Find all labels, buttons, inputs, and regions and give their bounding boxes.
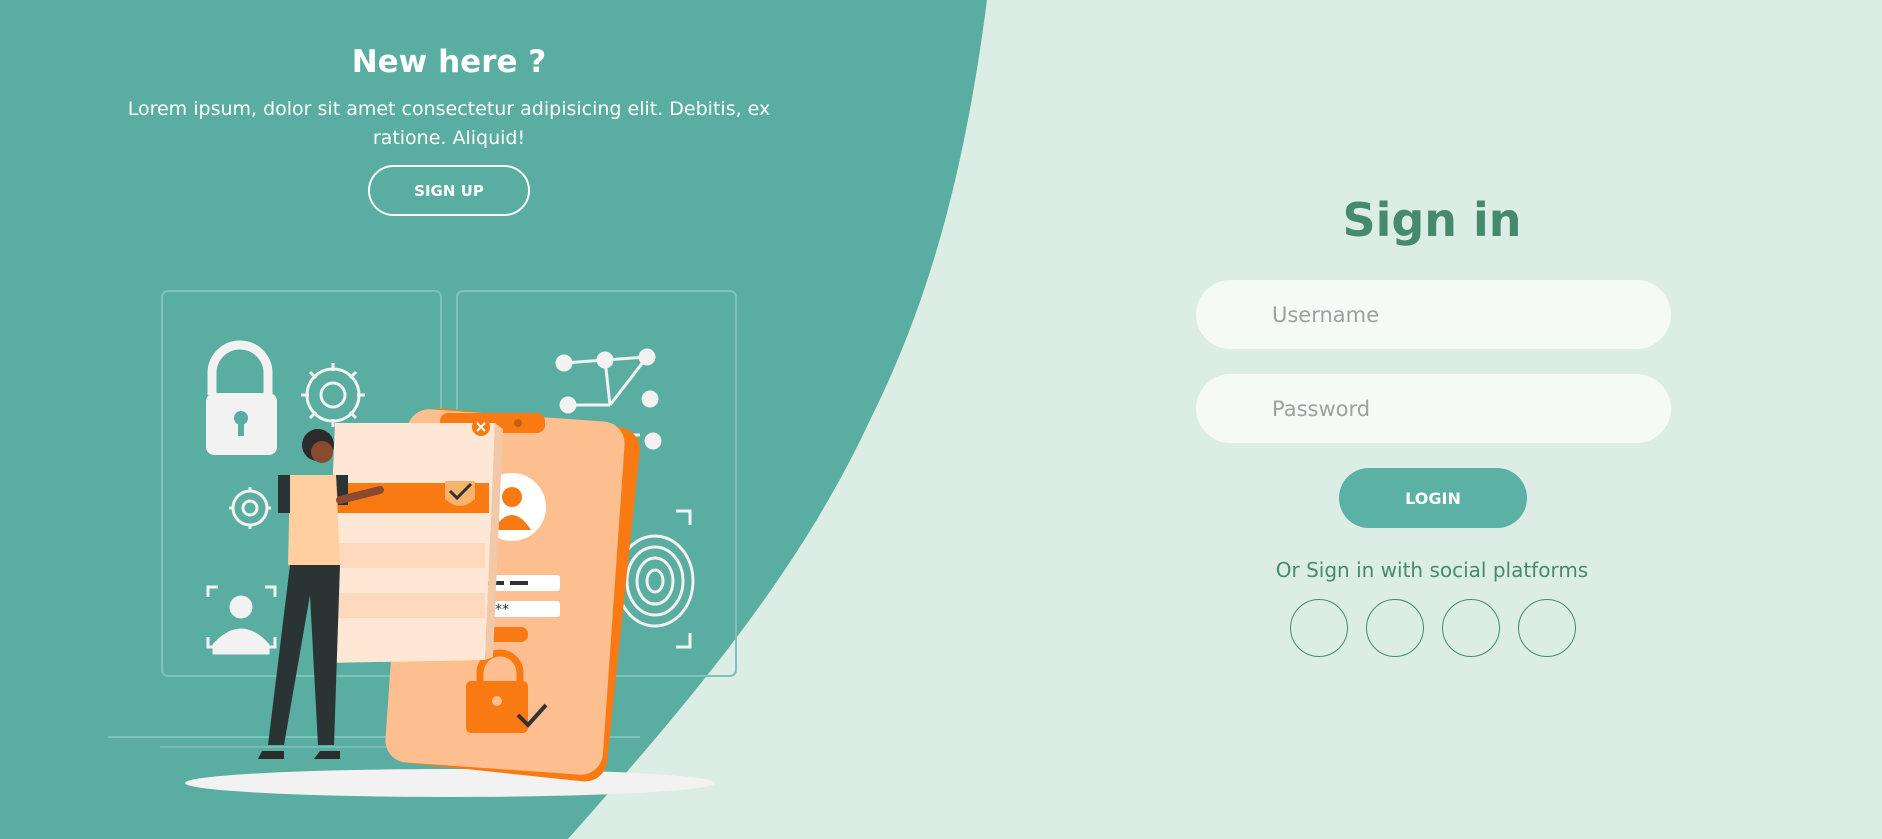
gear-icon	[301, 363, 365, 427]
social-icon-3[interactable]	[1442, 599, 1500, 657]
login-button[interactable]: LOGIN	[1339, 468, 1527, 528]
new-here-title: New here ?	[351, 44, 547, 80]
sign-in-title: Sign in	[1342, 193, 1522, 247]
password-input[interactable]	[1196, 374, 1671, 443]
new-here-text: Lorem ipsum, dolor sit amet consectetur …	[127, 98, 771, 149]
left-panel: New here ? Lorem ipsum, dolor sit amet c…	[0, 0, 900, 839]
login-form-panel	[325, 418, 503, 663]
padlock-icon	[206, 340, 277, 455]
face-scan-icon	[206, 585, 277, 655]
social-icon-2[interactable]	[1366, 599, 1424, 657]
username-input[interactable]	[1196, 280, 1671, 349]
login-illustration: *****	[108, 290, 737, 797]
social-icon-1[interactable]	[1290, 599, 1348, 657]
social-icon-4[interactable]	[1518, 599, 1576, 657]
sign-up-button[interactable]: SIGN UP	[368, 165, 530, 216]
social-signin-text: Or Sign in with social platforms	[1275, 558, 1589, 582]
small-gear-icon	[229, 487, 271, 529]
social-buttons-row	[1290, 599, 1576, 657]
